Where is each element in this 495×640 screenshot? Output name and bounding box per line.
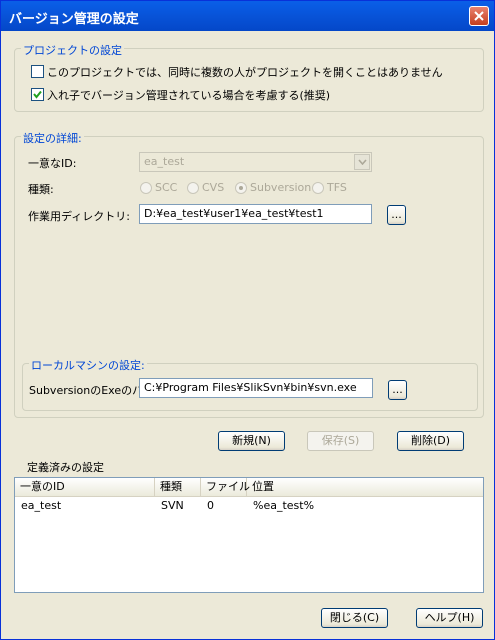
nested-checkbox-label[interactable]: 入れ子でバージョン管理されている場合を考慮する(推奨) [47,87,330,103]
row-id: ea_test [21,499,62,512]
exclusive-checkbox[interactable] [31,65,44,78]
radio-cvs[interactable] [187,182,199,194]
column-header-files[interactable]: ファイル [201,478,250,496]
defined-settings-list[interactable]: 一意のID 種類 ファイル 位置 ea_test SVN 0 %ea_test% [14,477,484,593]
exe-path-input[interactable]: C:¥Program Files¥SlikSvn¥bin¥svn.exe [139,378,373,398]
window-title: バージョン管理の設定 [9,12,139,27]
row-files: 0 [207,499,214,512]
column-header-type[interactable]: 種類 [155,478,201,496]
row-location: %ea_test% [253,499,315,512]
checkmark-icon [33,90,42,99]
column-header-location[interactable]: 位置 [247,478,483,496]
radio-cvs-label: CVS [202,181,225,194]
exclusive-checkbox-label[interactable]: このプロジェクトでは、同時に複数の人がプロジェクトを開くことはありません [47,64,443,80]
dropdown-arrow[interactable] [354,154,370,170]
type-label: 種類: [28,183,54,196]
unique-id-label: 一意なID: [28,157,77,170]
help-button[interactable]: ヘルプ(H) [416,608,483,628]
workdir-input[interactable]: D:¥ea_test¥user1¥ea_test¥test1 [139,204,372,224]
delete-button[interactable]: 削除(D) [397,431,464,451]
workdir-browse-button[interactable]: ... [387,205,406,225]
close-button[interactable] [469,6,489,26]
exe-path-label: SubversionのExeのパス [29,384,155,397]
row-type: SVN [161,499,184,512]
close-dialog-button[interactable]: 閉じる(C) [321,608,388,628]
nested-checkbox[interactable] [31,88,44,101]
workdir-label: 作業用ディレクトリ: [28,210,130,223]
radio-tfs-label: TFS [327,181,347,194]
close-icon [474,11,484,21]
table-row[interactable]: ea_test SVN 0 %ea_test% [15,498,483,514]
project-settings-group: プロジェクトの設定 このプロジェクトでは、同時に複数の人がプロジェクトを開くこと… [14,42,484,112]
details-group: 設定の詳細: 一意なID: ea_test 種類: SCC CVS Subver… [14,130,484,418]
radio-subversion-label: Subversion [250,181,312,194]
radio-selected-dot [239,186,243,190]
radio-tfs[interactable] [312,182,324,194]
radio-scc-label: SCC [155,181,178,194]
title-bar[interactable]: バージョン管理の設定 [1,1,494,31]
chevron-down-icon [358,159,367,165]
project-settings-legend: プロジェクトの設定 [21,42,124,58]
defined-settings-title: 定義済みの設定 [27,461,104,474]
unique-id-dropdown[interactable]: ea_test [139,152,372,172]
save-button[interactable]: 保存(S) [307,431,374,451]
column-header-id[interactable]: 一意のID [15,478,155,496]
radio-subversion[interactable] [235,182,247,194]
radio-scc[interactable] [140,182,152,194]
local-settings-legend: ローカルマシンの設定: [29,357,147,373]
exe-browse-button[interactable]: ... [388,380,407,400]
list-header: 一意のID 種類 ファイル 位置 [15,478,483,497]
local-settings-group: ローカルマシンの設定: SubversionのExeのパス C:¥Program… [22,357,478,411]
new-button[interactable]: 新規(N) [218,431,285,451]
details-legend: 設定の詳細: [21,130,84,146]
unique-id-value: ea_test [144,155,185,168]
settings-dialog: バージョン管理の設定 プロジェクトの設定 このプロジェクトでは、同時に複数の人が… [0,0,495,640]
